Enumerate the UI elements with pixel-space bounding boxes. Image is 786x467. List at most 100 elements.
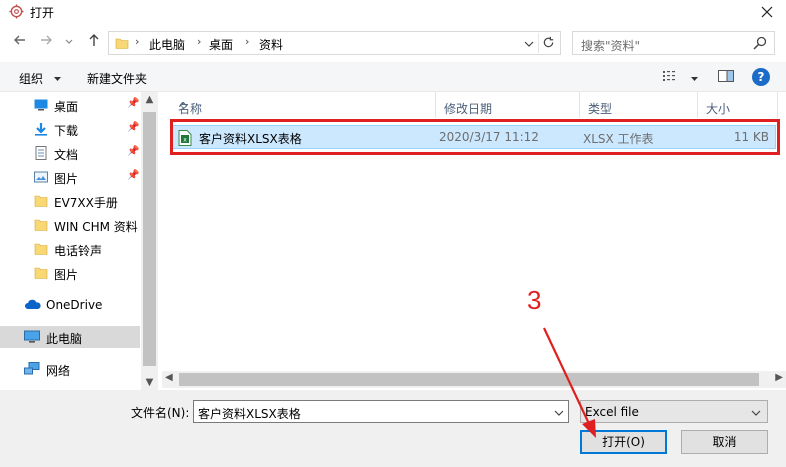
file-type-filter[interactable]: Excel file xyxy=(580,400,768,423)
nav-item-label: OneDrive xyxy=(46,298,103,312)
column-header-label: 大小 xyxy=(706,102,731,116)
arrow-left-icon xyxy=(14,35,25,45)
nav-item-label: WIN CHM 资料 xyxy=(54,220,138,234)
dialog-footer: 文件名(N): 客户资料XLSX表格 Excel file 打开(O) 取消 xyxy=(0,390,786,467)
refresh-icon xyxy=(543,36,554,48)
file-type-dropdown[interactable] xyxy=(751,404,761,421)
column-header-label: 类型 xyxy=(588,102,613,116)
nav-item-label: 电话铃声 xyxy=(54,244,103,258)
column-header-size[interactable]: 大小 xyxy=(698,92,778,118)
filename-label: 文件名(N): xyxy=(131,406,190,420)
nav-item-ev7xx-manual[interactable]: EV7XX手册 xyxy=(0,190,140,212)
column-header-type[interactable]: 类型 xyxy=(580,92,698,118)
pin-icon: 📌 xyxy=(127,170,140,181)
nav-item-label: 下载 xyxy=(54,124,79,138)
app-gear-icon xyxy=(9,4,24,19)
nav-item-label: 网络 xyxy=(46,364,71,378)
scroll-right-icon[interactable]: ▶ xyxy=(775,372,783,383)
nav-item-downloads[interactable]: 下载 📌 xyxy=(0,118,140,140)
chevron-down-icon xyxy=(65,39,73,44)
folder-icon xyxy=(34,219,48,231)
caret-down-icon xyxy=(53,77,61,81)
folder-icon xyxy=(115,38,129,49)
nav-item-label: 桌面 xyxy=(54,100,79,114)
download-icon xyxy=(35,123,47,136)
command-bar: 组织 新建文件夹 xyxy=(0,62,786,92)
scroll-down-icon[interactable]: ▼ xyxy=(141,377,158,388)
breadcrumb-separator-icon: › xyxy=(197,35,202,48)
nav-item-documents[interactable]: 文档 📌 xyxy=(0,142,140,164)
computer-icon xyxy=(24,330,40,343)
preview-pane-button[interactable] xyxy=(717,69,735,87)
close-button[interactable] xyxy=(756,1,778,23)
search-box[interactable]: 搜索"资料" xyxy=(572,31,775,55)
pin-icon: 📌 xyxy=(127,122,140,133)
help-button[interactable]: ? xyxy=(752,68,770,86)
nav-item-label: EV7XX手册 xyxy=(54,196,118,210)
search-placeholder: 搜索"资料" xyxy=(581,39,641,53)
organize-label: 组织 xyxy=(19,72,44,86)
column-header-name[interactable]: 名称 ^ xyxy=(170,92,436,118)
close-icon xyxy=(761,6,773,18)
nav-item-label: 图片 xyxy=(54,172,79,186)
file-list-horizontal-scrollbar[interactable]: ◀ ▶ xyxy=(162,371,786,388)
preview-pane-icon xyxy=(718,70,734,82)
filename-dropdown[interactable] xyxy=(554,404,564,421)
scroll-thumb[interactable] xyxy=(179,373,759,386)
nav-item-network[interactable]: 网络 xyxy=(0,358,140,380)
window-title: 打开 xyxy=(30,6,55,20)
new-folder-button[interactable]: 新建文件夹 xyxy=(87,70,147,87)
column-header-modified[interactable]: 修改日期 xyxy=(436,92,580,118)
breadcrumb-desktop[interactable]: 桌面 xyxy=(209,36,233,53)
breadcrumb-separator-icon: › xyxy=(135,35,140,48)
refresh-button[interactable] xyxy=(538,33,558,53)
chevron-down-icon xyxy=(524,41,534,47)
nav-item-onedrive[interactable]: OneDrive xyxy=(0,294,140,316)
back-button[interactable] xyxy=(10,33,30,53)
breadcrumb-data-folder[interactable]: 资料 xyxy=(259,36,283,53)
address-history-dropdown[interactable] xyxy=(524,35,534,52)
nav-item-ringtones[interactable]: 电话铃声 xyxy=(0,238,140,260)
cancel-button[interactable]: 取消 xyxy=(681,430,768,454)
breadcrumb-this-pc[interactable]: 此电脑 xyxy=(149,36,185,53)
nav-item-desktop[interactable]: 桌面 📌 xyxy=(0,94,140,116)
chevron-down-icon xyxy=(554,410,564,416)
organize-button[interactable]: 组织 xyxy=(19,70,62,87)
help-icon: ? xyxy=(757,70,765,84)
search-icon xyxy=(753,36,767,50)
address-bar[interactable]: › 此电脑 › 桌面 › 资料 xyxy=(108,31,561,55)
scroll-left-icon[interactable]: ◀ xyxy=(165,372,173,383)
nav-pane-scrollbar[interactable]: ▲ ▼ xyxy=(141,92,158,390)
annotation-highlight-box xyxy=(170,119,780,155)
pin-icon: 📌 xyxy=(127,146,140,157)
nav-item-this-pc[interactable]: 此电脑 xyxy=(0,326,140,348)
column-header-label: 修改日期 xyxy=(444,102,493,116)
document-icon xyxy=(35,146,47,160)
open-button[interactable]: 打开(O) xyxy=(580,430,667,454)
nav-item-win-chm[interactable]: WIN CHM 资料 xyxy=(0,214,140,236)
arrow-right-icon xyxy=(41,35,52,45)
forward-button[interactable] xyxy=(36,33,56,53)
filename-value: 客户资料XLSX表格 xyxy=(198,407,301,421)
network-icon xyxy=(24,362,40,375)
nav-item-label: 文档 xyxy=(54,148,79,162)
sort-ascending-icon: ^ xyxy=(178,100,189,114)
arrow-up-icon xyxy=(89,34,99,46)
details-view-icon xyxy=(663,71,675,81)
pin-icon: 📌 xyxy=(127,98,140,109)
nav-item-pictures-folder[interactable]: 图片 xyxy=(0,262,140,284)
chevron-down-icon xyxy=(751,410,761,416)
nav-item-pictures[interactable]: 图片 📌 xyxy=(0,166,140,188)
scroll-up-icon[interactable]: ▲ xyxy=(141,94,158,105)
nav-item-label: 图片 xyxy=(54,268,79,282)
nav-item-label: 此电脑 xyxy=(46,332,83,346)
view-options-button[interactable] xyxy=(662,69,699,87)
filename-input[interactable]: 客户资料XLSX表格 xyxy=(193,400,569,423)
caret-down-icon xyxy=(691,77,699,81)
scroll-thumb[interactable] xyxy=(143,112,156,366)
folder-icon xyxy=(34,195,48,207)
navigation-pane: 桌面 📌 下载 📌 文档 📌 图片 📌 EV7XX手册 WIN CHM 资料 电… xyxy=(0,92,158,390)
up-button[interactable] xyxy=(84,33,104,53)
recent-locations-button[interactable] xyxy=(62,33,76,53)
breadcrumb-separator-icon: › xyxy=(245,35,250,48)
